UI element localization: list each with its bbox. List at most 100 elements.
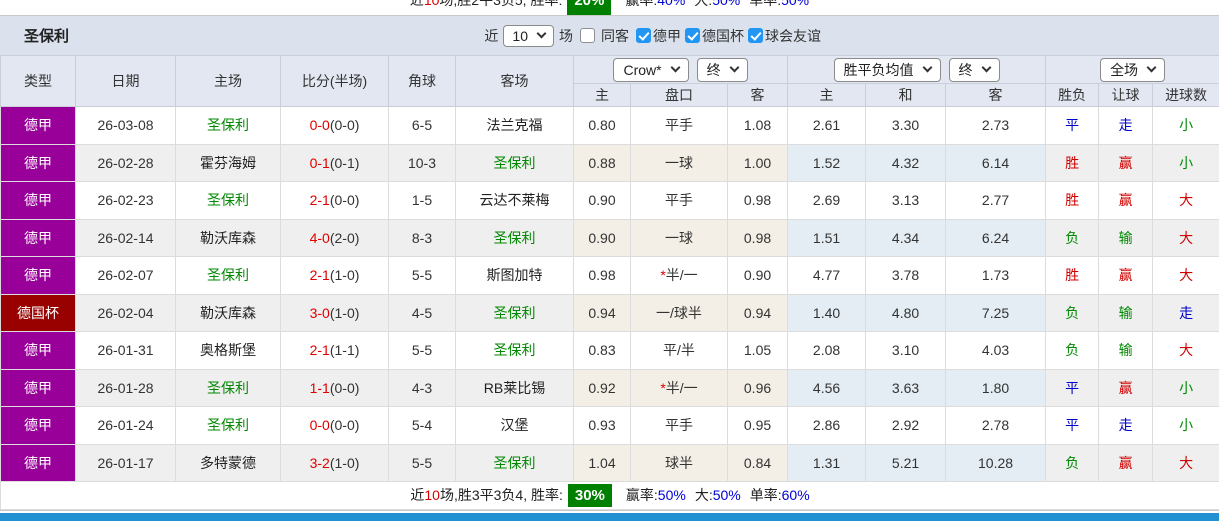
avg-away: 1.80 <box>946 369 1046 407</box>
odds-header-group: Crow* 终 <box>574 56 788 84</box>
league-filter: 同客 <box>580 26 629 46</box>
match-date: 26-02-28 <box>76 144 176 182</box>
away-team: 斯图加特 <box>456 257 574 295</box>
league-filter-checkbox[interactable] <box>685 28 700 43</box>
summary-count: 10 <box>424 0 440 8</box>
avg-draw: 3.63 <box>866 369 946 407</box>
home-team: 圣保利 <box>176 369 281 407</box>
result-outcome: 负 <box>1046 294 1099 332</box>
avg-draw: 3.30 <box>866 107 946 145</box>
match-date: 26-02-23 <box>76 182 176 220</box>
odds-away: 0.98 <box>728 219 788 257</box>
league-filter-checkbox[interactable] <box>636 28 651 43</box>
subcol-handicap: 盘口 <box>631 84 728 107</box>
league-filter-label: 德甲 <box>653 26 681 46</box>
match-date: 26-01-24 <box>76 407 176 445</box>
corner-cell: 6-5 <box>389 107 456 145</box>
odds-handicap: 球半 <box>631 444 728 482</box>
recent-games-value: 10 <box>512 28 528 44</box>
avg-draw: 3.78 <box>866 257 946 295</box>
league-filter-label: 球会友谊 <box>765 26 821 46</box>
league-filter: 德甲 <box>636 26 681 46</box>
league-filter: 德国杯 <box>685 26 744 46</box>
summary-label: 大: <box>694 0 712 8</box>
score-cell: 0-1(0-1) <box>281 144 389 182</box>
avg-away: 2.77 <box>946 182 1046 220</box>
summary-value: 50% <box>781 0 809 8</box>
score-cell: 2-1(1-0) <box>281 257 389 295</box>
result-goals: 大 <box>1153 332 1219 370</box>
odds-handicap: *半/一 <box>631 257 728 295</box>
corner-cell: 1-5 <box>389 182 456 220</box>
league-filter-checkbox[interactable] <box>748 28 763 43</box>
corner-cell: 8-3 <box>389 219 456 257</box>
result-goals: 走 <box>1153 294 1219 332</box>
score-cell: 0-0(0-0) <box>281 107 389 145</box>
result-outcome: 平 <box>1046 369 1099 407</box>
games-label: 场 <box>559 26 573 46</box>
odds-company-select[interactable]: Crow* <box>613 58 688 82</box>
result-goals: 大 <box>1153 182 1219 220</box>
table-row: 德甲26-02-14勒沃库森4-0(2-0)8-3圣保利0.90一球0.981.… <box>1 219 1219 257</box>
subcol-odds-home: 主 <box>574 84 631 107</box>
result-handicap: 赢 <box>1099 257 1153 295</box>
recent-games-select[interactable]: 10 <box>503 25 554 47</box>
table-row: 德甲26-01-24圣保利0-0(0-0)5-4汉堡0.93平手0.952.86… <box>1 407 1219 445</box>
avg-type-select[interactable]: 胜平负均值 <box>834 58 941 82</box>
result-outcome: 负 <box>1046 219 1099 257</box>
avg-draw: 3.13 <box>866 182 946 220</box>
league-badge: 德甲 <box>1 219 76 257</box>
match-date: 26-01-17 <box>76 444 176 482</box>
summary-value: 40% <box>657 0 685 8</box>
table-row: 德甲26-02-07圣保利2-1(1-0)5-5斯图加特0.98*半/一0.90… <box>1 257 1219 295</box>
stats-summary: 近10场,胜3平3负4, 胜率:30%赢率:50%大:50%单率:60% <box>1 482 1219 510</box>
summary-value: 50% <box>713 487 741 503</box>
home-team: 多特蒙德 <box>176 444 281 482</box>
col-type: 类型 <box>1 56 76 107</box>
odds-handicap: 一球 <box>631 219 728 257</box>
score-cell: 3-2(1-0) <box>281 444 389 482</box>
away-team: RB莱比锡 <box>456 369 574 407</box>
league-badge: 德甲 <box>1 444 76 482</box>
team-name: 圣保利 <box>24 25 69 46</box>
result-goals: 小 <box>1153 369 1219 407</box>
match-date: 26-02-07 <box>76 257 176 295</box>
odds-company-value: Crow* <box>623 62 661 78</box>
avg-time-select[interactable]: 终 <box>949 58 1000 82</box>
odds-handicap: 一球 <box>631 144 728 182</box>
period-select[interactable]: 全场 <box>1100 58 1165 82</box>
league-badge: 德甲 <box>1 369 76 407</box>
avg-home: 2.86 <box>788 407 866 445</box>
odds-away: 0.90 <box>728 257 788 295</box>
away-team: 圣保利 <box>456 332 574 370</box>
home-team: 奥格斯堡 <box>176 332 281 370</box>
chevron-down-icon <box>981 63 991 73</box>
match-date: 26-02-14 <box>76 219 176 257</box>
odds-away: 0.94 <box>728 294 788 332</box>
summary-text: 近 <box>410 0 424 8</box>
corner-cell: 5-5 <box>389 332 456 370</box>
avg-time-value: 终 <box>959 60 973 80</box>
away-team: 圣保利 <box>456 294 574 332</box>
period-value: 全场 <box>1110 60 1138 80</box>
odds-handicap: 平手 <box>631 107 728 145</box>
odds-away: 0.98 <box>728 182 788 220</box>
home-team: 霍芬海姆 <box>176 144 281 182</box>
odds-time-select[interactable]: 终 <box>697 58 748 82</box>
league-filter-checkbox[interactable] <box>580 28 595 43</box>
avg-away: 2.78 <box>946 407 1046 445</box>
home-team: 勒沃库森 <box>176 294 281 332</box>
result-goals: 大 <box>1153 257 1219 295</box>
avg-home: 2.69 <box>788 182 866 220</box>
bottom-accent-bar <box>0 513 1219 521</box>
avg-away: 7.25 <box>946 294 1046 332</box>
summary-label: 赢率: <box>625 0 657 8</box>
col-score: 比分(半场) <box>281 56 389 107</box>
result-goals: 小 <box>1153 144 1219 182</box>
odds-home: 0.93 <box>574 407 631 445</box>
chevron-down-icon <box>729 63 739 73</box>
odds-home: 0.90 <box>574 182 631 220</box>
corner-cell: 4-5 <box>389 294 456 332</box>
score-cell: 2-1(1-1) <box>281 332 389 370</box>
avg-home: 1.51 <box>788 219 866 257</box>
